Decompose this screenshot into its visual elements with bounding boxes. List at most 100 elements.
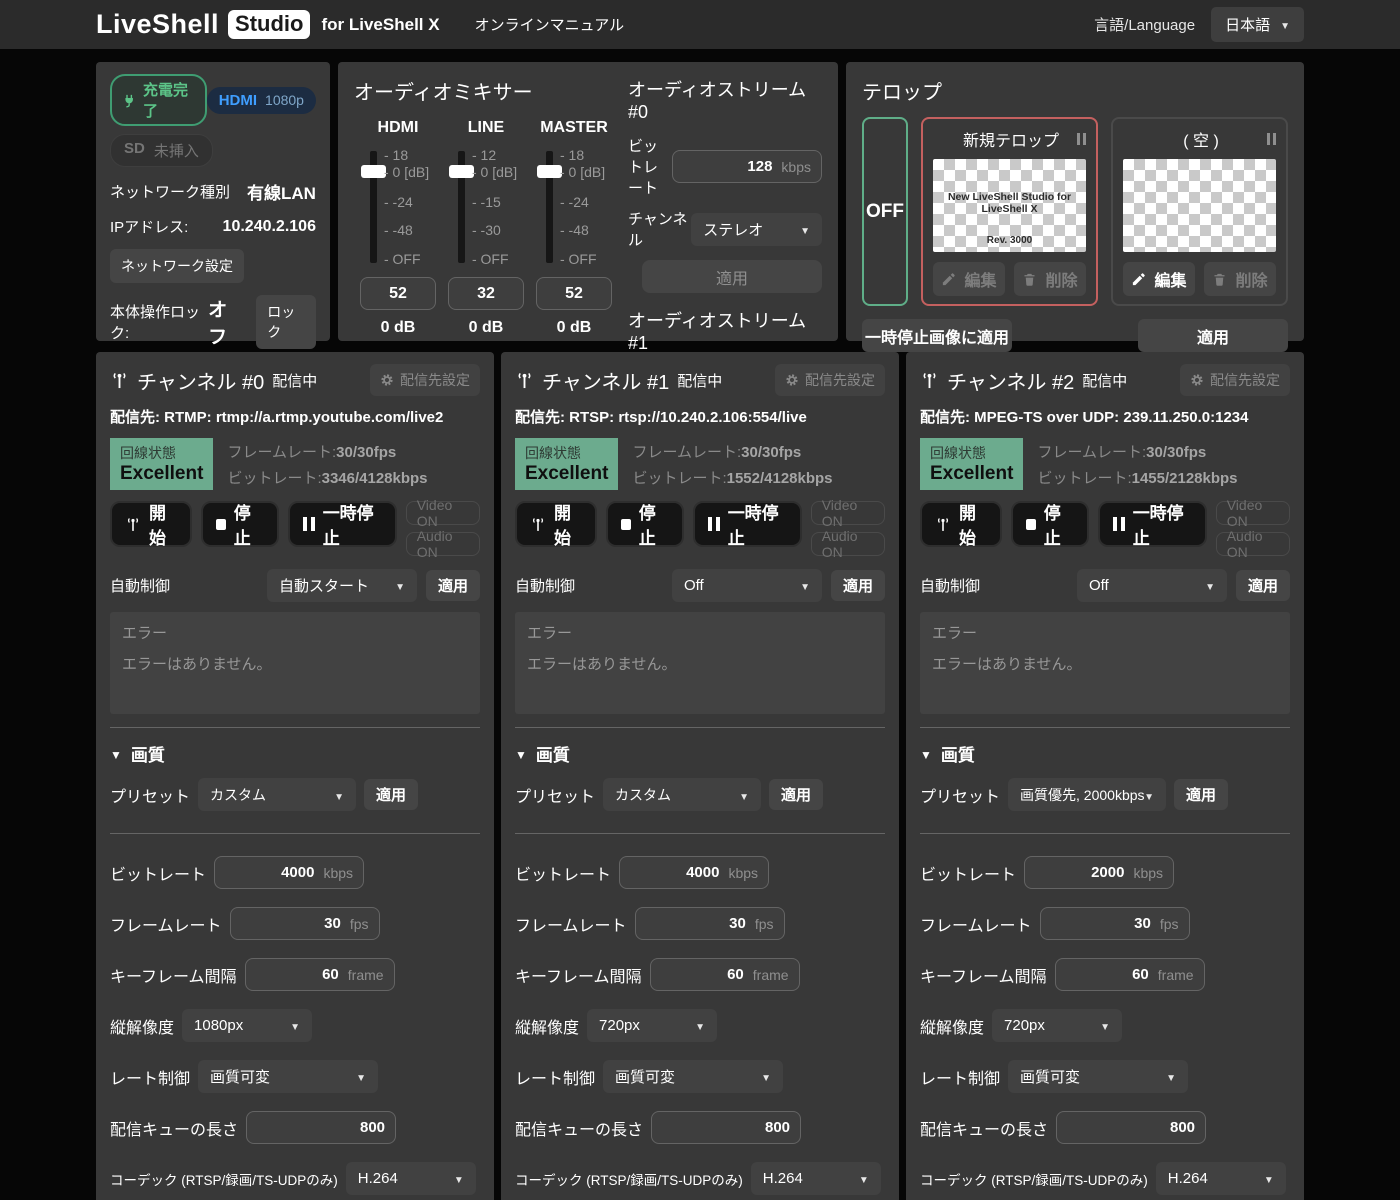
codec-select[interactable]: H.264 — [346, 1162, 476, 1195]
framerate-label: フレームレート: — [632, 444, 741, 461]
codec-label: コーデック (RTSP/録画/TS-UDPのみ) — [110, 1169, 338, 1189]
start-button[interactable]: 開始 — [515, 501, 597, 547]
audio-stream-0-bitrate-input[interactable] — [683, 158, 772, 175]
slider-handle[interactable] — [449, 165, 474, 178]
telop-off-toggle[interactable]: OFF — [862, 117, 908, 306]
stop-button[interactable]: 停止 — [201, 501, 279, 547]
lock-button[interactable]: ロック — [256, 295, 316, 349]
line-volume-slider[interactable]: 12 0 [dB] -15 -30 OFF — [442, 149, 530, 265]
auto-control-select[interactable]: Off — [1077, 569, 1227, 602]
divider — [920, 727, 1290, 728]
sd-label: SD — [124, 140, 145, 161]
keyframe-interval-input[interactable] — [256, 966, 339, 983]
audio-on-badge[interactable]: Audio ON — [811, 532, 885, 556]
codec-select[interactable]: H.264 — [1156, 1162, 1286, 1195]
telop-edit-button[interactable]: 編集 — [933, 262, 1005, 296]
error-box: エラー エラーはありません。 — [920, 612, 1290, 714]
rate-control-select[interactable]: 画質可変 — [603, 1060, 783, 1093]
video-framerate-input[interactable] — [1051, 915, 1151, 932]
audio-on-badge[interactable]: Audio ON — [1216, 532, 1290, 556]
telop-edit-button[interactable]: 編集 — [1123, 262, 1195, 296]
hdmi-volume-value-box — [360, 277, 436, 310]
queue-length-input[interactable] — [1067, 1119, 1195, 1136]
auto-control-select[interactable]: Off — [672, 569, 822, 602]
video-on-badge[interactable]: Video ON — [811, 501, 885, 525]
destination-settings-button[interactable]: 配信先設定 — [1180, 364, 1290, 396]
master-volume-value-input[interactable] — [537, 285, 611, 303]
master-volume-slider[interactable]: 18 0 [dB] -24 -48 OFF — [530, 149, 618, 265]
channel-streaming-status: 配信中 — [272, 370, 317, 391]
chevron-down-icon — [454, 1170, 464, 1187]
preset-select[interactable]: カスタム — [198, 778, 356, 811]
destination-settings-button[interactable]: 配信先設定 — [775, 364, 885, 396]
keyframe-interval-input[interactable] — [661, 966, 744, 983]
power-plug-icon — [122, 93, 137, 108]
auto-control-select[interactable]: 自動スタート — [267, 569, 417, 602]
queue-length-input[interactable] — [662, 1119, 790, 1136]
queue-length-input[interactable] — [257, 1119, 385, 1136]
video-bitrate-input[interactable] — [630, 864, 719, 881]
preset-apply-button[interactable]: 適用 — [1174, 779, 1228, 810]
slider-handle[interactable] — [537, 165, 562, 178]
error-text: エラーはありません。 — [122, 653, 468, 674]
chevron-down-icon — [356, 1068, 366, 1085]
telop-apply-button[interactable]: 適用 — [1138, 319, 1288, 352]
quality-section-header[interactable]: 画質 — [920, 741, 1290, 766]
vertical-resolution-select[interactable]: 720px — [587, 1009, 717, 1042]
auto-control-apply-button[interactable]: 適用 — [426, 570, 480, 601]
queue-length-box — [651, 1111, 801, 1144]
broadcast-icon — [920, 372, 939, 389]
start-button[interactable]: 開始 — [110, 501, 192, 547]
start-button[interactable]: 開始 — [920, 501, 1002, 547]
video-framerate-input[interactable] — [241, 915, 341, 932]
video-on-badge[interactable]: Video ON — [1216, 501, 1290, 525]
rate-control-select[interactable]: 画質可変 — [198, 1060, 378, 1093]
destination-settings-button[interactable]: 配信先設定 — [370, 364, 480, 396]
telop-delete-button[interactable]: 削除 — [1014, 262, 1086, 296]
video-on-badge[interactable]: Video ON — [406, 501, 480, 525]
stop-button[interactable]: 停止 — [606, 501, 684, 547]
quality-section-header[interactable]: 画質 — [515, 741, 885, 766]
audio-on-badge[interactable]: Audio ON — [406, 532, 480, 556]
quality-section-label: 画質 — [941, 741, 975, 766]
preset-select[interactable]: カスタム — [603, 778, 761, 811]
preset-apply-button[interactable]: 適用 — [364, 779, 418, 810]
video-framerate-input[interactable] — [646, 915, 746, 932]
auto-control-apply-button[interactable]: 適用 — [831, 570, 885, 601]
online-manual-link[interactable]: オンラインマニュアル — [475, 14, 625, 35]
preset-apply-button[interactable]: 適用 — [769, 779, 823, 810]
rate-control-select[interactable]: 画質可変 — [1008, 1060, 1188, 1093]
apply-to-pause-image-button[interactable]: 一時停止画像に適用 — [862, 319, 1012, 352]
preset-select[interactable]: 画質優先, 2000kbps — [1008, 778, 1166, 811]
stop-button[interactable]: 停止 — [1011, 501, 1089, 547]
pause-button[interactable]: 一時停止 — [693, 501, 802, 547]
tick-label: OFF — [472, 251, 509, 267]
slider-handle[interactable] — [361, 165, 386, 178]
selected-value: 1080px — [194, 1017, 290, 1034]
pause-button[interactable]: 一時停止 — [288, 501, 397, 547]
video-bitrate-input[interactable] — [225, 864, 314, 881]
codec-select[interactable]: H.264 — [751, 1162, 881, 1195]
keyframe-interval-input[interactable] — [1066, 966, 1149, 983]
auto-control-apply-button[interactable]: 適用 — [1236, 570, 1290, 601]
telop-slot-0[interactable]: 新規テロップ New LiveShell Studio for LiveShel… — [921, 117, 1098, 306]
hdmi-volume-slider[interactable]: 18 0 [dB] -24 -48 OFF — [354, 149, 442, 265]
telop-slot-1[interactable]: ( 空 ) 編集 — [1111, 117, 1288, 306]
language-select[interactable]: 日本語 — [1211, 7, 1304, 42]
pause-button[interactable]: 一時停止 — [1098, 501, 1207, 547]
network-settings-button[interactable]: ネットワーク設定 — [110, 249, 244, 283]
channel-panel: チャンネル #1 配信中 配信先設定 配信先: RTSP: rtsp://10.… — [501, 352, 899, 1200]
quality-section-header[interactable]: 画質 — [110, 741, 480, 766]
audio-stream-0-channel-select[interactable]: ステレオ — [691, 213, 822, 246]
audio-stream-0-apply-button[interactable]: 適用 — [642, 260, 822, 293]
pause-icon — [708, 517, 720, 531]
destination-url: 配信先: RTMP: rtmp://a.rtmp.youtube.com/liv… — [110, 406, 480, 427]
line-volume-value-input[interactable] — [449, 285, 523, 303]
line-state-label: 回線状態 — [930, 443, 1013, 463]
telop-delete-button[interactable]: 削除 — [1204, 262, 1276, 296]
video-bitrate-input[interactable] — [1035, 864, 1124, 881]
vertical-resolution-select[interactable]: 720px — [992, 1009, 1122, 1042]
hdmi-volume-value-input[interactable] — [361, 285, 435, 303]
charge-status-label: 充電完了 — [143, 79, 195, 121]
vertical-resolution-select[interactable]: 1080px — [182, 1009, 312, 1042]
